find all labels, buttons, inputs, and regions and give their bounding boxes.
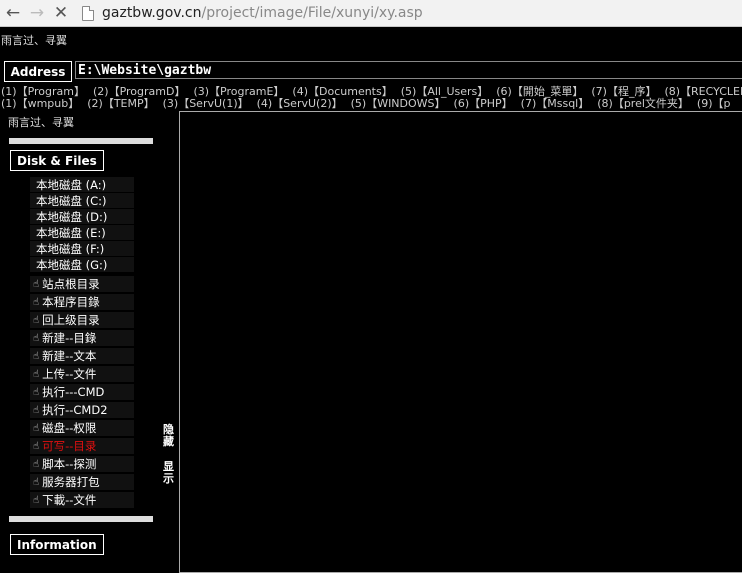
quick-dir-link-7[interactable]: (7)【Mssql】 <box>521 97 590 110</box>
sidebar-menu-item[interactable]: ☝ 可写--目录 <box>30 438 134 454</box>
quick-dir-link-2[interactable]: (2)【TEMP】 <box>87 97 154 110</box>
pointer-hand-icon: ☝ <box>33 476 40 488</box>
forward-button[interactable]: → <box>26 2 48 24</box>
stop-button[interactable]: ✕ <box>50 2 72 24</box>
pointer-hand-icon: ☝ <box>33 350 40 362</box>
sidebar-menu-label: 执行---CMD <box>42 385 105 399</box>
drive-list: 本地磁盘 (A:) 本地磁盘 (C:) 本地磁盘 (D:) 本地磁盘 (E:) 本地磁盘… <box>30 177 134 273</box>
pointer-hand-icon: ☝ <box>33 332 40 344</box>
sidebar-menu-label: 回上级目录 <box>42 313 100 327</box>
sidebar-menu-label: 下載--文件 <box>42 493 97 507</box>
url-path: /project/image/File/xunyi/xy.asp <box>201 5 423 21</box>
sidebar-menu-label: 新建--目錄 <box>42 331 97 345</box>
drive-link[interactable]: 本地磁盘 (G:) <box>30 257 134 272</box>
hide-sidebar-toggle[interactable]: 隐藏 <box>163 424 177 448</box>
pointer-hand-icon: ☝ <box>33 422 40 434</box>
pointer-hand-icon: ☝ <box>33 458 40 470</box>
sidebar-menu-label: 站点根目录 <box>42 277 100 291</box>
pointer-hand-icon: ☝ <box>33 314 40 326</box>
sidebar-menu-item[interactable]: ☝ 新建--目錄 <box>30 330 134 346</box>
page-title: 雨言过、寻翼 <box>1 34 67 47</box>
sidebar-menu-label: 本程序目錄 <box>42 295 100 309</box>
sidebar-menu-label: 脚本--探测 <box>42 457 97 471</box>
page-icon <box>82 5 94 21</box>
pointer-hand-icon: ☝ <box>33 296 40 308</box>
quick-dir-link-1[interactable]: (1)【wmpub】 <box>1 97 79 110</box>
close-icon: ✕ <box>53 3 69 23</box>
disk-files-button[interactable]: Disk & Files <box>10 150 104 171</box>
sidebar-menu-label: 磁盘--权限 <box>42 421 97 435</box>
drive-link[interactable]: 本地磁盘 (F:) <box>30 241 134 256</box>
sidebar-menu-item[interactable]: ☝ 脚本--探测 <box>30 456 134 472</box>
divider <box>9 138 153 144</box>
sidebar-menu-item[interactable]: ☝ 执行--CMD2 <box>30 402 134 418</box>
drive-link[interactable]: 本地磁盘 (D:) <box>30 209 134 224</box>
show-sidebar-toggle[interactable]: 显示 <box>163 461 177 485</box>
back-button[interactable]: ← <box>2 2 24 24</box>
sidebar-menu-label: 服务器打包 <box>42 475 100 489</box>
sidebar-menu-item[interactable]: ☝ 磁盘--权限 <box>30 420 134 436</box>
sidebar-menu-item[interactable]: ☝ 服务器打包 <box>30 474 134 490</box>
sidebar-menu-item[interactable]: ☝ 回上级目录 <box>30 312 134 328</box>
url-bar[interactable]: gaztbw.gov.cn/project/image/File/xunyi/x… <box>82 5 423 21</box>
sidebar-menu-label: 新建--文本 <box>42 349 97 363</box>
sidebar-menu-item[interactable]: ☝ 站点根目录 <box>30 276 134 292</box>
sidebar-menu-item[interactable]: ☝ 上传--文件 <box>30 366 134 382</box>
information-button[interactable]: Information <box>10 534 104 555</box>
address-input[interactable] <box>75 61 742 79</box>
pointer-hand-icon: ☝ <box>33 368 40 380</box>
main-content-frame <box>179 111 742 573</box>
tool-menu: ☝ 站点根目录 ☝ 本程序目錄 ☝ 回上级目录 ☝ 新建--目錄 ☝ 新建--文本 ☝ 上传--文件 ☝… <box>30 276 134 510</box>
arrow-right-icon: → <box>29 3 45 23</box>
sidebar-menu-item[interactable]: ☝ 新建--文本 <box>30 348 134 364</box>
quick-dir-link-9[interactable]: (9)【p <box>697 97 731 110</box>
drive-link[interactable]: 本地磁盘 (A:) <box>30 177 134 192</box>
pointer-hand-icon: ☝ <box>33 440 40 452</box>
pointer-hand-icon: ☝ <box>33 386 40 398</box>
drive-link[interactable]: 本地磁盘 (E:) <box>30 225 134 240</box>
url-host: gaztbw.gov.cn <box>102 5 202 21</box>
divider <box>9 516 153 522</box>
quick-dir-link-4[interactable]: (4)【ServU(2)】 <box>257 97 343 110</box>
browser-toolbar: ← → ✕ gaztbw.gov.cn/project/image/File/x… <box>0 0 742 27</box>
sidebar-menu-label: 上传--文件 <box>42 367 97 381</box>
pointer-hand-icon: ☝ <box>33 494 40 506</box>
drive-link[interactable]: 本地磁盘 (C:) <box>30 193 134 208</box>
sidebar-title: 雨言过、寻翼 <box>8 116 74 129</box>
sidebar-menu-item[interactable]: ☝ 本程序目錄 <box>30 294 134 310</box>
sidebar-menu-label: 执行--CMD2 <box>42 403 108 417</box>
quick-dirs-row-2: (1)【wmpub】 (2)【TEMP】 (3)【ServU(1)】 (4)【Serv… <box>1 95 738 111</box>
arrow-left-icon: ← <box>5 3 21 23</box>
sidebar-menu-item[interactable]: ☝ 下載--文件 <box>30 492 134 508</box>
quick-dir-link-5[interactable]: (5)【WINDOWS】 <box>351 97 446 110</box>
sidebar-menu-item[interactable]: ☝ 执行---CMD <box>30 384 134 400</box>
address-label: Address <box>4 61 72 82</box>
quick-dir-link-8[interactable]: (8)【prel文件夹】 <box>597 97 689 110</box>
pointer-hand-icon: ☝ <box>33 404 40 416</box>
sidebar-menu-label: 可写--目录 <box>42 439 97 453</box>
quick-dir-link-3[interactable]: (3)【ServU(1)】 <box>163 97 249 110</box>
pointer-hand-icon: ☝ <box>33 278 40 290</box>
quick-dir-link-6[interactable]: (6)【PHP】 <box>454 97 513 110</box>
